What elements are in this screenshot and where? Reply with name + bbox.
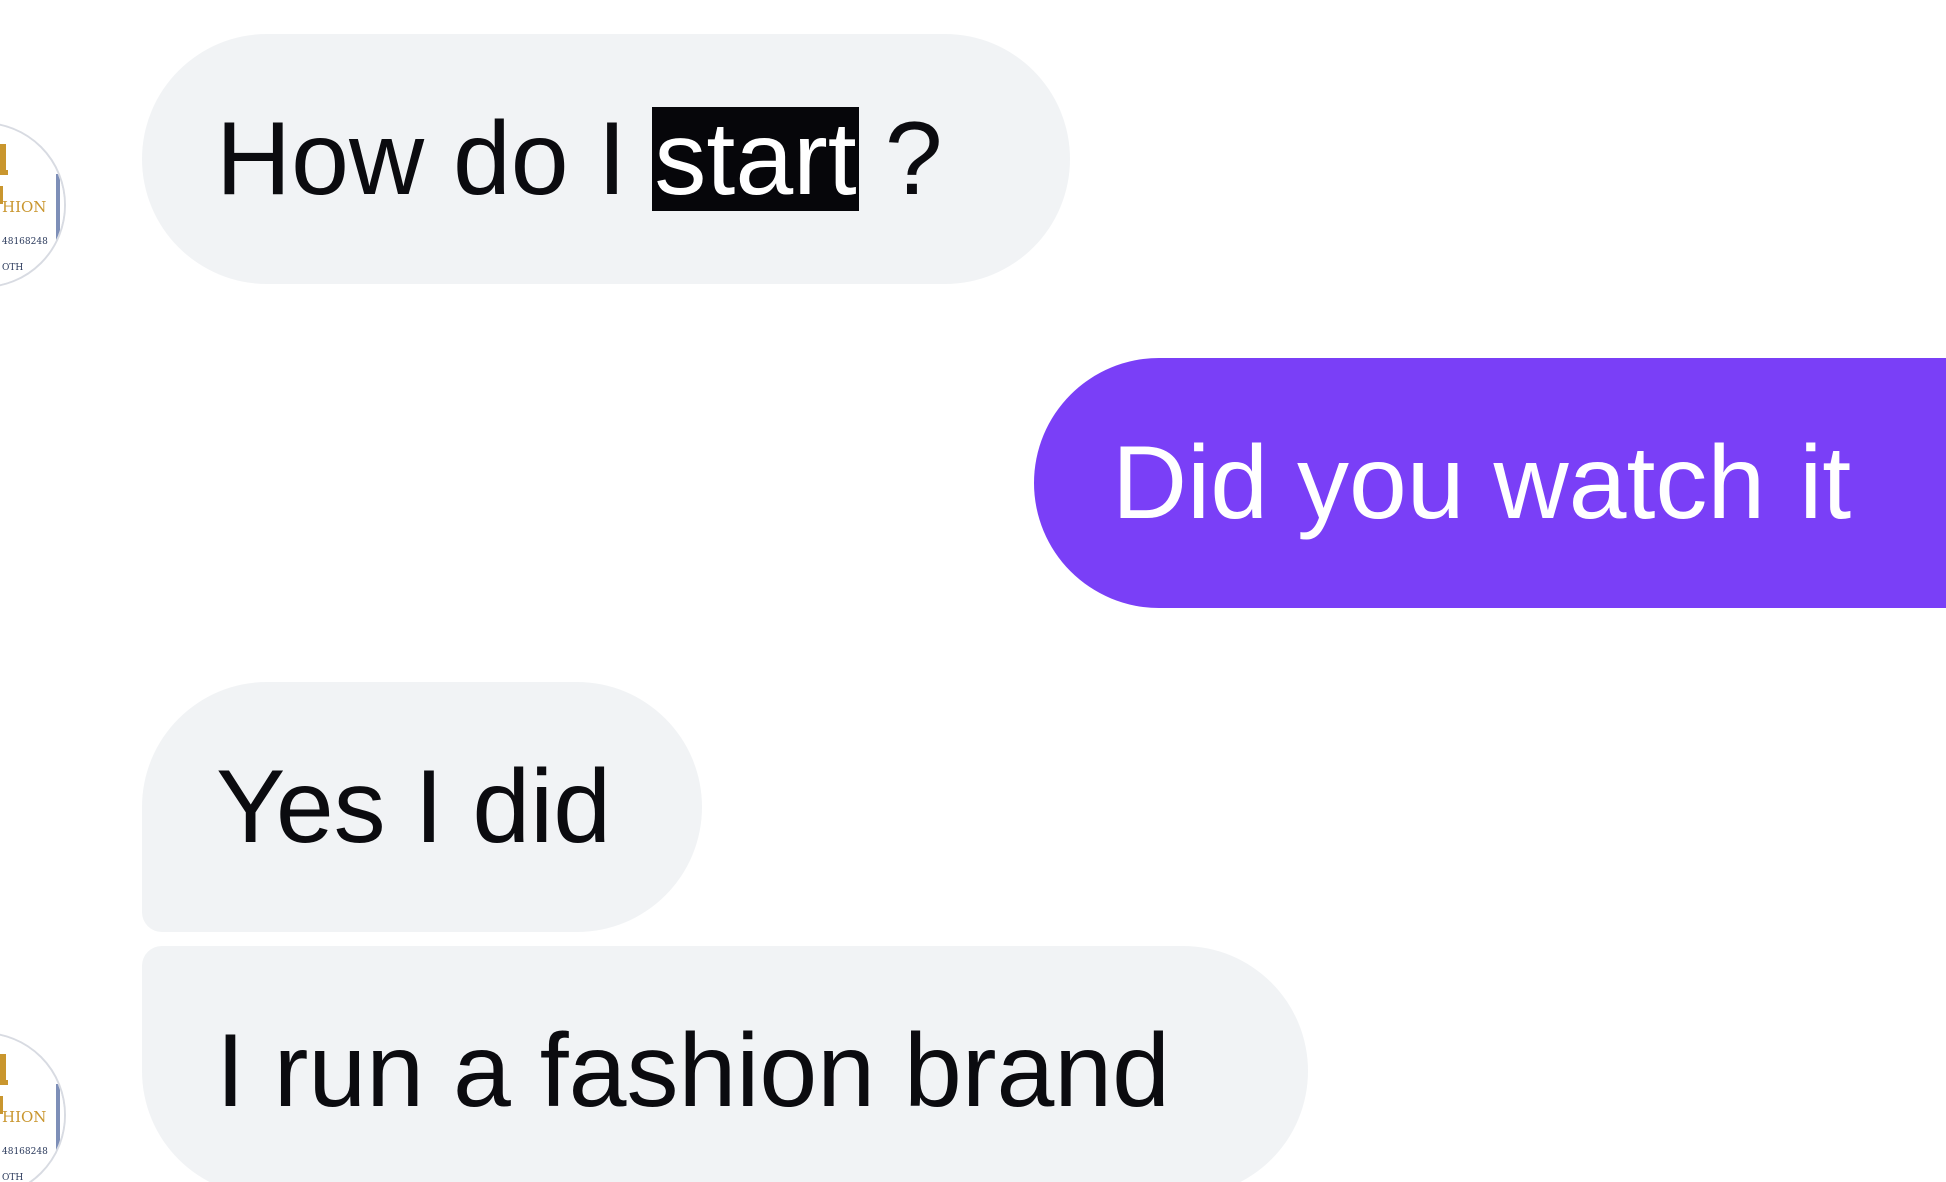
svg-text:48168248: 48168248 <box>2 1147 48 1157</box>
svg-text:OTH: OTH <box>2 263 23 273</box>
message-bubble-incoming[interactable]: Yes I did <box>142 682 702 932</box>
svg-text:HION: HION <box>2 198 46 216</box>
svg-text:48168248: 48168248 <box>2 237 48 247</box>
message-bubble-incoming[interactable]: I run a fashion brand <box>142 946 1308 1182</box>
message-text: Did you watch <box>1112 425 1766 541</box>
contact-avatar[interactable]: HION 48168248 OTH <box>0 1032 66 1182</box>
message-bubble-incoming[interactable]: How do I start ? <box>142 34 1070 284</box>
brand-logo-icon: HION 48168248 OTH <box>0 124 64 286</box>
brand-logo-icon: HION 48168248 OTH <box>0 1034 64 1182</box>
contact-avatar[interactable]: HION 48168248 OTH <box>0 122 66 288</box>
message-text: I run a fashion brand <box>216 1013 1170 1129</box>
message-bubble-outgoing[interactable]: Did you watch it <box>1034 358 1946 608</box>
selected-text[interactable]: start <box>652 107 859 211</box>
message-text: How do I <box>216 101 627 217</box>
message-text: Yes I did <box>216 749 612 865</box>
svg-text:HION: HION <box>2 1108 46 1126</box>
message-text: ? <box>884 101 943 217</box>
svg-text:OTH: OTH <box>2 1173 23 1182</box>
chat-thread: HION 48168248 OTH How do I start ? Did y… <box>0 0 1946 1182</box>
message-text: it <box>1799 425 1852 541</box>
